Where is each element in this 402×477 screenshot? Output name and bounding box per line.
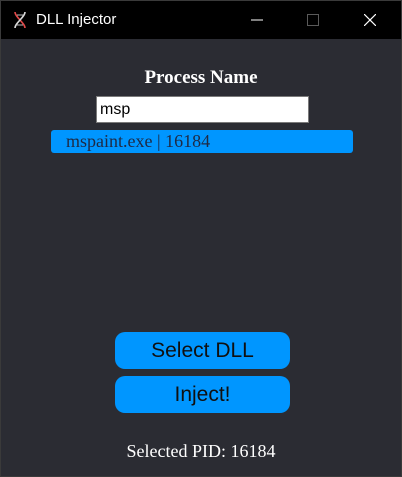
- select-dll-button[interactable]: Select DLL: [115, 332, 290, 369]
- close-button[interactable]: [347, 1, 393, 39]
- process-list-item[interactable]: mspaint.exe | 16184: [51, 130, 353, 153]
- maximize-icon: [307, 14, 319, 26]
- process-name-label: Process Name: [144, 67, 258, 88]
- dna-icon: [13, 11, 27, 29]
- minimize-icon: [251, 19, 263, 21]
- close-icon: [364, 14, 376, 26]
- title-bar[interactable]: DLL Injector: [1, 1, 401, 39]
- inject-button[interactable]: Inject!: [115, 376, 290, 413]
- window-title: DLL Injector: [36, 11, 117, 28]
- maximize-button[interactable]: [290, 1, 336, 39]
- process-search-input[interactable]: [96, 96, 309, 123]
- selected-pid-status: Selected PID: 16184: [126, 441, 276, 461]
- app-window: DLL Injector Process Name mspaint.exe | …: [0, 0, 402, 477]
- process-results-list: mspaint.exe | 16184: [51, 130, 353, 153]
- minimize-button[interactable]: [234, 1, 280, 39]
